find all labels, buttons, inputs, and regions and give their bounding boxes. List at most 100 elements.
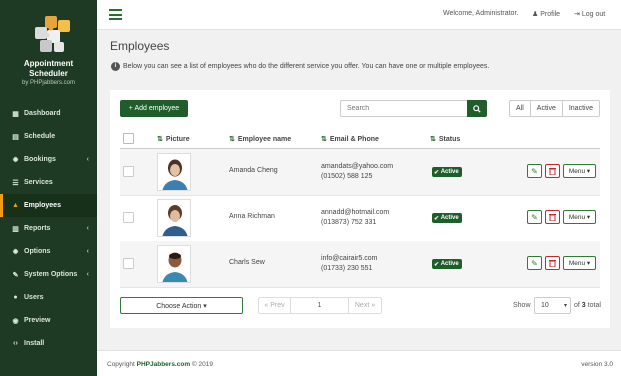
employee-email: annadd@hotmail.com	[321, 209, 390, 216]
sidebar: Appointment Scheduler by PHPjabbers.com …	[0, 0, 97, 376]
column-header-name[interactable]: ⇅ Employee name	[229, 135, 291, 144]
sidebar-item-label: Users	[24, 294, 44, 301]
page-size-select[interactable]: 10 ▾	[534, 297, 571, 314]
page-title: Employees	[110, 39, 170, 53]
row-checkbox[interactable]	[123, 212, 134, 223]
filter-inactive[interactable]: Inactive	[563, 101, 599, 116]
sidebar-item-preview[interactable]: ◉ Preview	[0, 309, 97, 332]
sidebar-item-label: Preview	[24, 317, 51, 324]
chevron-left-icon: ‹	[86, 248, 89, 255]
employee-email: amandats@yahoo.com	[321, 163, 394, 170]
sidebar-item-label: Install	[24, 340, 45, 347]
version-label: version 3.0	[581, 361, 613, 368]
edit-button[interactable]: ✎	[527, 210, 542, 224]
grid-icon: ▦	[12, 110, 19, 118]
trash-icon	[549, 260, 556, 267]
sidebar-item-system-options[interactable]: ✎ System Options ‹	[0, 263, 97, 286]
logout-link[interactable]: ⇥ Log out	[574, 10, 605, 18]
sidebar-item-label: System Options	[24, 271, 78, 278]
sidebar-item-users[interactable]: ● Users	[0, 286, 97, 309]
top-bar: Welcome, Administrator. ♟ Profile ⇥ Log …	[97, 0, 621, 30]
sidebar-item-label: Schedule	[24, 133, 56, 140]
eye-icon: ◉	[12, 317, 19, 325]
row-menu-button[interactable]: Menu ▾	[563, 256, 596, 270]
chevron-left-icon: ‹	[86, 156, 89, 163]
delete-button[interactable]	[545, 256, 560, 270]
caret-down-icon: ▾	[586, 214, 591, 221]
search-button[interactable]	[467, 100, 487, 117]
table-row: Charls Sew info@cairair5.com (01733) 230…	[120, 241, 600, 288]
prev-page-button[interactable]: « Prev	[259, 298, 291, 313]
employee-contact: annadd@hotmail.com (013873) 752 331	[321, 208, 389, 228]
pencil-icon: ✎	[531, 212, 538, 222]
column-header-status[interactable]: ⇅ Status	[430, 135, 460, 144]
chevron-left-icon: ‹	[86, 271, 89, 278]
sidebar-item-bookings[interactable]: ✹ Bookings ‹	[0, 148, 97, 171]
choose-action-dropdown[interactable]: Choose Action ▾	[120, 297, 243, 314]
sidebar-item-employees[interactable]: ▲ Employees	[0, 194, 97, 217]
sidebar-nav: ▦ Dashboard ▤ Schedule ✹ Bookings ‹ ☰ Se…	[0, 102, 97, 355]
employee-photo	[157, 199, 191, 237]
row-checkbox[interactable]	[123, 166, 134, 177]
status-filter-group: All Active Inactive	[509, 100, 600, 117]
users-icon: ●	[13, 294, 18, 301]
sidebar-item-label: Reports	[24, 225, 51, 232]
table-row: Anna Richman annadd@hotmail.com (013873)…	[120, 195, 600, 242]
show-label: Show	[513, 302, 531, 309]
employee-contact: amandats@yahoo.com (01502) 588 125	[321, 162, 393, 182]
filter-all[interactable]: All	[510, 101, 531, 116]
edit-button[interactable]: ✎	[527, 256, 542, 270]
info-icon: i	[111, 62, 120, 71]
hamburger-menu-icon[interactable]	[109, 9, 122, 20]
edit-button[interactable]: ✎	[527, 164, 542, 178]
sidebar-item-dashboard[interactable]: ▦ Dashboard	[0, 102, 97, 125]
welcome-text: Welcome, Administrator.	[443, 10, 519, 17]
search-input[interactable]	[340, 100, 468, 117]
column-header-picture[interactable]: ⇅ Picture	[157, 135, 190, 144]
page-number-input[interactable]: 1	[291, 298, 349, 313]
profile-link[interactable]: ♟ Profile	[532, 10, 560, 18]
sidebar-item-options[interactable]: ✹ Options ‹	[0, 240, 97, 263]
caret-down-icon: ▾	[586, 260, 591, 267]
trash-icon	[549, 168, 556, 175]
pagination: « Prev 1 Next »	[258, 297, 382, 314]
caret-updown-icon: ▾	[563, 303, 567, 309]
code-icon: ‹›	[13, 340, 18, 347]
column-header-email-phone[interactable]: ⇅ Email & Phone	[321, 135, 379, 144]
sidebar-item-services[interactable]: ☰ Services	[0, 171, 97, 194]
sidebar-item-schedule[interactable]: ▤ Schedule	[0, 125, 97, 148]
row-checkbox[interactable]	[123, 258, 134, 269]
puzzle-logo-icon	[35, 16, 70, 52]
delete-button[interactable]	[545, 210, 560, 224]
app-byline: by PHPjabbers.com	[21, 80, 76, 86]
sidebar-item-install[interactable]: ‹› Install	[0, 332, 97, 355]
filter-active[interactable]: Active	[531, 101, 563, 116]
employee-phone: (013873) 752 331	[321, 219, 377, 226]
app-title: Appointment Scheduler	[23, 59, 74, 78]
row-menu-button[interactable]: Menu ▾	[563, 164, 596, 178]
caret-down-icon: ▾	[586, 168, 591, 175]
total-pages: of 3 total	[574, 302, 601, 309]
footer: Copyright PHPJabbers.com © 2019 version …	[97, 350, 621, 376]
wrench-icon: ✎	[12, 271, 19, 279]
sidebar-item-label: Employees	[24, 202, 61, 209]
user-icon: ▲	[12, 202, 19, 209]
row-menu-button[interactable]: Menu ▾	[563, 210, 596, 224]
logout-icon: ⇥	[574, 11, 580, 18]
search-icon	[473, 104, 481, 113]
select-all-checkbox[interactable]	[123, 133, 134, 144]
employee-photo	[157, 245, 191, 283]
chevron-left-icon: ‹	[86, 225, 89, 232]
delete-button[interactable]	[545, 164, 560, 178]
sort-icon: ⇅	[157, 136, 163, 143]
user-icon: ♟	[532, 11, 539, 18]
next-page-button[interactable]: Next »	[349, 298, 381, 313]
employee-name: Charls Sew	[229, 259, 265, 266]
employee-phone: (01733) 230 551	[321, 265, 373, 272]
copyright: Copyright PHPJabbers.com © 2019	[107, 361, 213, 368]
employee-name: Anna Richman	[229, 213, 275, 220]
sidebar-item-reports[interactable]: ▥ Reports ‹	[0, 217, 97, 240]
status-badge: ✔ Active	[432, 259, 462, 269]
sidebar-item-label: Bookings	[24, 156, 56, 163]
add-employee-button[interactable]: + Add employee	[120, 100, 188, 117]
